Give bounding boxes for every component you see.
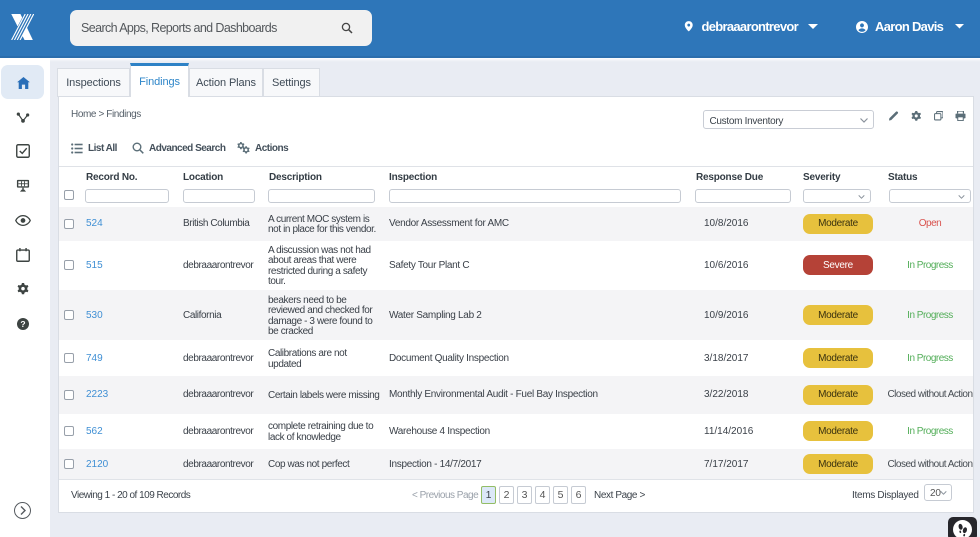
svg-text:?: ? [20,319,25,329]
